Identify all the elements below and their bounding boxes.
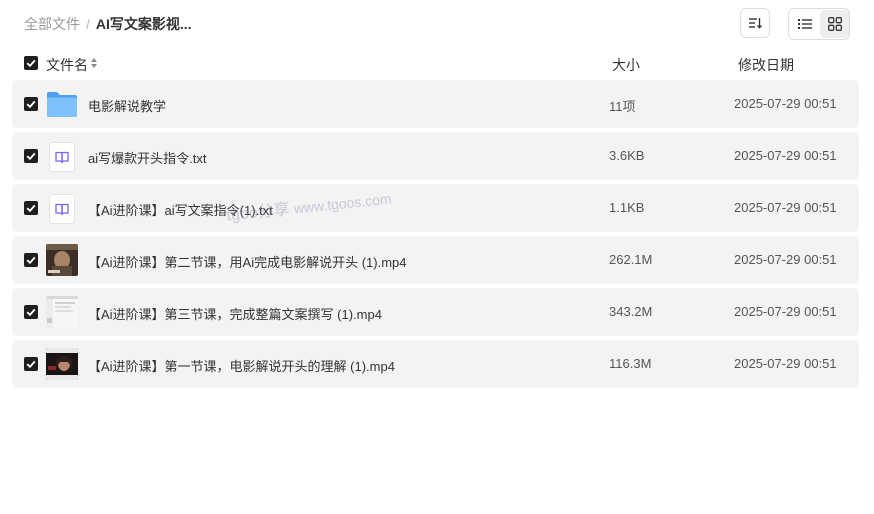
sort-button[interactable] [740,8,770,38]
file-name[interactable]: ai写爆款开头指令.txt [88,148,206,167]
file-size: 343.2M [609,304,653,319]
file-name[interactable]: 【Ai进阶课】第一节课，电影解说开头的理解 (1).mp4 [88,356,395,375]
sort-toggle-icon[interactable] [90,57,98,69]
row-checkbox[interactable] [24,201,38,215]
file-size: 3.6KB [609,148,645,163]
file-name[interactable]: 【Ai进阶课】第三节课，完成整篇文案撰写 (1).mp4 [88,304,382,323]
grid-view-button[interactable] [820,10,849,38]
file-date: 2025-07-29 00:51 [734,200,837,215]
view-toggle [788,8,850,40]
row-checkbox[interactable] [24,97,38,111]
file-row[interactable]: 【Ai进阶课】第二节课，用Ai完成电影解说开头 (1).mp4 262.1M 2… [12,236,859,284]
folder-icon [47,92,77,117]
file-name[interactable]: 【Ai进阶课】第二节课，用Ai完成电影解说开头 (1).mp4 [88,252,407,271]
file-name[interactable]: 电影解说教学 [88,96,166,115]
video-thumbnail [46,296,78,328]
row-checkbox[interactable] [24,305,38,319]
file-date: 2025-07-29 00:51 [734,148,837,163]
file-date: 2025-07-29 00:51 [734,96,837,111]
file-name[interactable]: 【Ai进阶课】ai写文案指令(1).txt [88,200,273,219]
top-bar: 全部文件 / AI写文案影视... [0,0,874,48]
file-size: 11项 [609,99,636,114]
list-view-icon [797,19,812,29]
file-row[interactable]: 【Ai进阶课】第一节课，电影解说开头的理解 (1).mp4 116.3M 202… [12,340,859,388]
file-row[interactable]: ai写爆款开头指令.txt 3.6KB 2025-07-29 00:51 [12,132,859,180]
video-thumbnail [46,244,78,276]
breadcrumb: 全部文件 / AI写文案影视... [24,15,192,33]
breadcrumb-separator: / [86,16,90,32]
sort-icon [749,18,762,29]
file-size: 116.3M [609,356,652,371]
file-row[interactable]: 【Ai进阶课】ai写文案指令(1).txt 1.1KB 2025-07-29 0… [12,184,859,232]
select-all-checkbox[interactable] [24,56,38,70]
column-header-date: 修改日期 [738,57,794,73]
file-date: 2025-07-29 00:51 [734,304,837,319]
row-checkbox[interactable] [24,357,38,371]
file-size: 1.1KB [609,200,645,215]
text-file-icon [49,194,75,224]
row-checkbox[interactable] [24,149,38,163]
table-header: 文件名 大小 修改日期 [0,52,874,76]
file-row[interactable]: 电影解说教学 11项 2025-07-29 00:51 [12,80,859,128]
column-header-name[interactable]: 文件名 [46,55,88,75]
list-view-button[interactable] [790,10,819,38]
grid-view-icon [827,17,842,31]
file-row[interactable]: 【Ai进阶课】第三节课，完成整篇文案撰写 (1).mp4 343.2M 2025… [12,288,859,336]
breadcrumb-current: AI写文案影视... [95,16,192,32]
file-date: 2025-07-29 00:51 [734,252,837,267]
row-checkbox[interactable] [24,253,38,267]
file-size: 262.1M [609,252,653,267]
column-header-size: 大小 [612,57,640,73]
video-thumbnail [46,348,78,380]
breadcrumb-root-link[interactable]: 全部文件 [24,16,80,32]
file-date: 2025-07-29 00:51 [734,356,837,371]
text-file-icon [49,142,75,172]
